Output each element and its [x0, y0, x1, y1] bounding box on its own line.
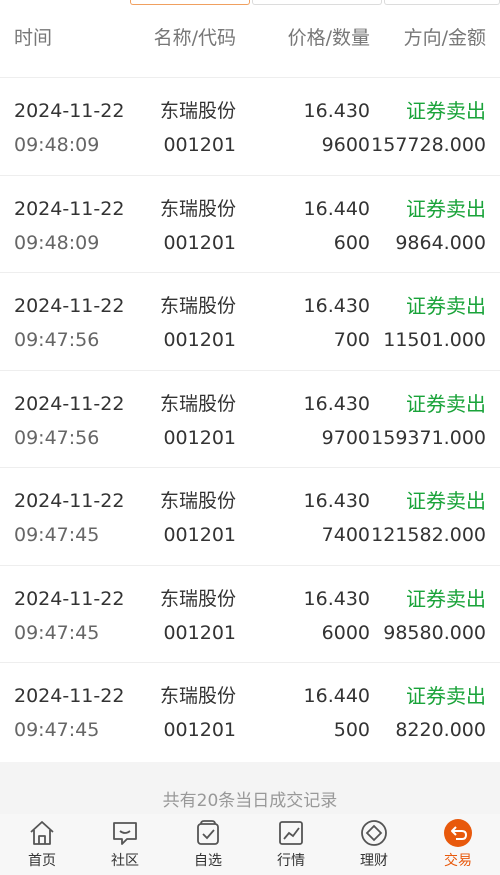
- trade-time: 09:48:09: [14, 231, 100, 254]
- stock-name: 东瑞股份: [159, 587, 236, 610]
- stock-code: 001201: [163, 231, 236, 254]
- trade-direction: 证券卖出: [406, 586, 486, 611]
- trade-price: 16.430: [303, 295, 370, 317]
- trade-direction: 证券卖出: [406, 294, 486, 318]
- trade-time: 09:47:56: [14, 329, 100, 351]
- trade-direction: 证券卖出: [406, 196, 486, 221]
- trade-list[interactable]: 2024-11-22 09:48:09 东瑞股份 001201 16.430 9…: [0, 78, 500, 761]
- stock-code: 001201: [163, 621, 236, 644]
- trade-amount: 157728.000: [371, 134, 486, 156]
- trade-quantity: 600: [333, 231, 370, 254]
- home-icon: [30, 821, 54, 845]
- tab-trade[interactable]: 交易: [416, 814, 500, 875]
- diamond-icon: [361, 820, 387, 846]
- trade-amount: 98580.000: [383, 621, 486, 644]
- stock-code: 001201: [163, 426, 236, 449]
- table-header: 时间 名称/代码 价格/数量 方向/金额: [0, 0, 500, 78]
- trade-quantity: 500: [333, 719, 370, 741]
- trade-time: 09:47:56: [14, 426, 100, 449]
- trade-quantity: 9600: [321, 134, 370, 156]
- chat-icon: [113, 822, 137, 845]
- tab-community[interactable]: 社区: [83, 814, 167, 875]
- trade-date: 2024-11-22: [14, 490, 125, 512]
- record-summary: 共有20条当日成交记录: [0, 762, 500, 814]
- trade-amount: 159371.000: [371, 426, 486, 449]
- trade-amount: 121582.000: [371, 524, 486, 546]
- tab-home[interactable]: 首页: [0, 814, 84, 875]
- trade-price: 16.430: [303, 490, 370, 512]
- header-name-code: 名称/代码: [153, 27, 236, 49]
- stock-name: 东瑞股份: [159, 685, 236, 707]
- tab-label: 社区: [111, 853, 139, 869]
- table-row[interactable]: 2024-11-22 09:48:09 东瑞股份 001201 16.430 9…: [0, 78, 500, 176]
- trade-amount: 9864.000: [395, 231, 486, 254]
- trade-quantity: 6000: [321, 621, 370, 644]
- trade-price: 16.430: [303, 100, 370, 122]
- chart-icon: [279, 821, 303, 845]
- header-direction-amount: 方向/金额: [403, 27, 486, 49]
- trade-price: 16.440: [303, 197, 370, 220]
- trade-direction: 证券卖出: [406, 684, 486, 708]
- table-row[interactable]: 2024-11-22 09:47:45 东瑞股份 001201 16.430 6…: [0, 566, 500, 663]
- record-summary-text: 共有20条当日成交记录: [162, 791, 338, 811]
- trade-date: 2024-11-22: [14, 685, 125, 707]
- trade-date: 2024-11-22: [14, 197, 125, 220]
- trade-time: 09:47:45: [14, 719, 100, 741]
- watchlist-icon: [197, 820, 219, 845]
- stock-code: 001201: [163, 719, 236, 741]
- trade-quantity: 700: [333, 329, 370, 351]
- stock-code: 001201: [163, 329, 236, 351]
- table-row[interactable]: 2024-11-22 09:47:56 东瑞股份 001201 16.430 9…: [0, 371, 500, 468]
- trade-direction: 证券卖出: [406, 99, 486, 123]
- tab-label: 理财: [360, 853, 388, 869]
- trade-icon: [444, 819, 472, 847]
- trade-direction: 证券卖出: [406, 391, 486, 416]
- trade-quantity: 7400: [321, 524, 370, 546]
- stock-name: 东瑞股份: [159, 197, 236, 220]
- trade-quantity: 9700: [321, 426, 370, 449]
- stock-name: 东瑞股份: [159, 295, 236, 317]
- trade-amount: 11501.000: [383, 329, 486, 351]
- table-row[interactable]: 2024-11-22 09:47:56 东瑞股份 001201 16.430 7…: [0, 273, 500, 371]
- tab-label: 行情: [277, 853, 305, 869]
- tab-label: 自选: [194, 853, 222, 869]
- stock-name: 东瑞股份: [159, 392, 236, 415]
- trade-date: 2024-11-22: [14, 295, 125, 317]
- trade-amount: 8220.000: [395, 719, 486, 741]
- trade-date: 2024-11-22: [14, 392, 125, 415]
- trade-price: 16.430: [303, 587, 370, 610]
- tab-wealth[interactable]: 理财: [332, 814, 416, 875]
- stock-name: 东瑞股份: [159, 100, 236, 122]
- trade-time: 09:48:09: [14, 134, 100, 156]
- trade-price: 16.430: [303, 392, 370, 415]
- trade-time: 09:47:45: [14, 524, 100, 546]
- trade-time: 09:47:45: [14, 621, 100, 644]
- stock-name: 东瑞股份: [159, 490, 236, 512]
- stock-code: 001201: [163, 524, 236, 546]
- stock-code: 001201: [163, 134, 236, 156]
- tab-market[interactable]: 行情: [249, 814, 333, 875]
- table-row[interactable]: 2024-11-22 09:48:09 东瑞股份 001201 16.440 6…: [0, 176, 500, 273]
- trade-date: 2024-11-22: [14, 587, 125, 610]
- trade-direction: 证券卖出: [406, 489, 486, 513]
- table-row[interactable]: 2024-11-22 09:47:45 东瑞股份 001201 16.430 7…: [0, 468, 500, 566]
- header-price-qty: 价格/数量: [287, 27, 370, 49]
- header-time: 时间: [14, 27, 53, 49]
- tab-label: 交易: [444, 853, 472, 869]
- trade-date: 2024-11-22: [14, 100, 125, 122]
- tab-watchlist[interactable]: 自选: [166, 814, 250, 875]
- table-row[interactable]: 2024-11-22 09:47:45 东瑞股份 001201 16.440 5…: [0, 663, 500, 761]
- tab-label: 首页: [28, 853, 56, 869]
- bottom-tab-bar: 首页 社区 自选 行情 理财 交易: [0, 814, 500, 875]
- trade-price: 16.440: [303, 685, 370, 707]
